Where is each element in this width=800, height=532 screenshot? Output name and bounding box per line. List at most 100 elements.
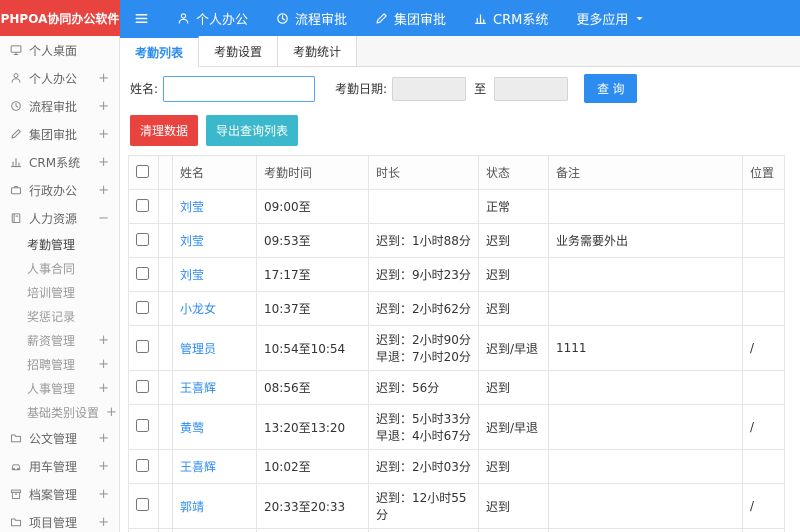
expand-plus[interactable]: + xyxy=(98,99,109,114)
clock-icon xyxy=(10,100,22,112)
sidebar-item-document-management[interactable]: 公文管理 + xyxy=(0,424,119,452)
employee-name-link[interactable]: 刘莹 xyxy=(180,268,204,282)
employee-name-link[interactable]: 郭靖 xyxy=(180,500,204,514)
date-from-input[interactable] xyxy=(392,76,467,101)
sidebar-item-base-category-settings[interactable]: 基础类别设置 + xyxy=(0,400,119,424)
header-duration: 时长 xyxy=(368,155,479,190)
table-row: 刘莹 09:00至 正常 xyxy=(128,189,785,224)
export-list-button[interactable]: 导出查询列表 xyxy=(206,115,299,146)
sidebar-item-attendance-management[interactable]: 考勤管理 xyxy=(0,232,119,256)
duration: 迟到：5小时33分 早退：4小时67分 xyxy=(368,404,479,450)
row-checkbox[interactable] xyxy=(136,300,149,314)
nav-process-approval[interactable]: 流程审批 xyxy=(262,0,361,36)
sidebar-item-personal-desktop[interactable]: 个人桌面 xyxy=(0,36,119,64)
row-checkbox[interactable] xyxy=(136,198,149,212)
expand-plus[interactable]: + xyxy=(98,487,109,502)
row-checkbox[interactable] xyxy=(136,419,149,432)
expand-plus[interactable]: + xyxy=(106,405,117,420)
monitor-icon xyxy=(10,44,22,56)
expand-plus[interactable]: + xyxy=(98,357,109,372)
employee-name-link[interactable]: 黄莺 xyxy=(180,421,204,435)
table-row: 黄莺 20:32至20:32 迟到：12小时53分 迟到 xyxy=(128,528,785,532)
expand-minus[interactable]: − xyxy=(98,211,109,226)
select-all-checkbox[interactable] xyxy=(136,164,149,178)
remark xyxy=(548,189,743,224)
employee-name-link[interactable]: 刘莹 xyxy=(180,234,204,248)
attendance-time: 10:54至10:54 xyxy=(256,325,369,371)
location: / xyxy=(742,483,785,529)
row-checkbox[interactable] xyxy=(136,232,149,246)
location xyxy=(742,291,785,326)
sidebar-item-training-management[interactable]: 培训管理 xyxy=(0,280,119,304)
name-filter-label: 姓名: xyxy=(130,82,159,96)
remark: 业务需要外出 xyxy=(548,223,743,258)
tab-attendance-stats[interactable]: 考勤统计 xyxy=(278,36,358,66)
row-checkbox[interactable] xyxy=(136,340,149,353)
search-button[interactable]: 查 询 xyxy=(584,74,638,103)
tab-attendance-settings[interactable]: 考勤设置 xyxy=(199,36,279,66)
employee-name-link[interactable]: 刘莹 xyxy=(180,200,204,214)
row-checkbox[interactable] xyxy=(136,498,149,511)
expand-plus[interactable]: + xyxy=(98,431,109,446)
top-header: PHPOA协同办公软件 个人办公 流程审批 集团审批 CRM系统 更多应用 xyxy=(0,0,800,36)
nav-crm-system[interactable]: CRM系统 xyxy=(460,0,562,36)
employee-name-link[interactable]: 小龙女 xyxy=(180,302,216,316)
clean-data-button[interactable]: 清理数据 xyxy=(130,115,199,146)
expand-plus[interactable]: + xyxy=(98,381,109,396)
sidebar-item-reward-punishment[interactable]: 奖惩记录 xyxy=(0,304,119,328)
expand-plus[interactable]: + xyxy=(98,459,109,474)
tab-attendance-list[interactable]: 考勤列表 xyxy=(120,36,200,67)
sidebar-item-salary-management[interactable]: 薪资管理 + xyxy=(0,328,119,352)
nav-more-apps[interactable]: 更多应用 xyxy=(562,0,659,36)
hamburger-icon xyxy=(134,11,149,26)
expand-plus[interactable]: + xyxy=(98,155,109,170)
sidebar-item-group-approval[interactable]: 集团审批 + xyxy=(0,120,119,148)
expand-plus[interactable]: + xyxy=(98,71,109,86)
sidebar-item-personal-office[interactable]: 个人办公 + xyxy=(0,64,119,92)
date-to-input[interactable] xyxy=(494,76,569,101)
sidebar-item-project-management[interactable]: 项目管理 + xyxy=(0,508,119,532)
row-checkbox[interactable] xyxy=(136,379,149,393)
sidebar-item-crm-system[interactable]: CRM系统 + xyxy=(0,148,119,176)
edit-icon xyxy=(375,12,388,25)
sidebar-item-archive-management[interactable]: 档案管理 + xyxy=(0,480,119,508)
employee-name-link[interactable]: 王喜辉 xyxy=(180,381,216,395)
chart-icon xyxy=(474,12,487,25)
user-icon xyxy=(177,12,190,25)
expand-plus[interactable]: + xyxy=(98,515,109,530)
header-time: 考勤时间 xyxy=(256,155,369,190)
nav-personal-office[interactable]: 个人办公 xyxy=(163,0,262,36)
expand-plus[interactable]: + xyxy=(98,183,109,198)
nav-group-approval[interactable]: 集团审批 xyxy=(361,0,460,36)
employee-name-link[interactable]: 管理员 xyxy=(180,342,216,356)
folder-icon xyxy=(10,516,22,528)
date-filter-label: 考勤日期: xyxy=(335,82,388,96)
nav-label: 集团审批 xyxy=(394,12,447,28)
location xyxy=(742,189,785,224)
sidebar-item-vehicle-management[interactable]: 用车管理 + xyxy=(0,452,119,480)
expand-plus[interactable]: + xyxy=(98,127,109,142)
row-checkbox[interactable] xyxy=(136,266,149,280)
action-bar: 清理数据 导出查询列表 xyxy=(120,110,800,155)
spacer-cell xyxy=(158,155,173,190)
row-checkbox[interactable] xyxy=(136,458,149,472)
menu-toggle-button[interactable] xyxy=(120,0,163,36)
folder-icon xyxy=(10,432,22,444)
header-status: 状态 xyxy=(478,155,549,190)
sidebar-item-recruit-management[interactable]: 招聘管理 + xyxy=(0,352,119,376)
sidebar-item-process-approval[interactable]: 流程审批 + xyxy=(0,92,119,120)
sidebar-item-human-resources[interactable]: 人力资源 − xyxy=(0,204,119,232)
header-location: 位置 xyxy=(742,155,785,190)
name-input[interactable] xyxy=(163,75,316,102)
duration xyxy=(368,189,479,224)
status: 迟到/早退 xyxy=(478,404,549,450)
remark xyxy=(548,257,743,292)
sidebar-item-personnel-management[interactable]: 人事管理 + xyxy=(0,376,119,400)
employee-name-link[interactable]: 王喜辉 xyxy=(180,460,216,474)
sidebar-item-admin-office[interactable]: 行政办公 + xyxy=(0,176,119,204)
sidebar-item-personnel-contract[interactable]: 人事合同 xyxy=(0,256,119,280)
nav-label: CRM系统 xyxy=(493,12,549,28)
remark xyxy=(548,528,743,532)
attendance-time: 08:56至 xyxy=(256,370,369,405)
expand-plus[interactable]: + xyxy=(98,333,109,348)
